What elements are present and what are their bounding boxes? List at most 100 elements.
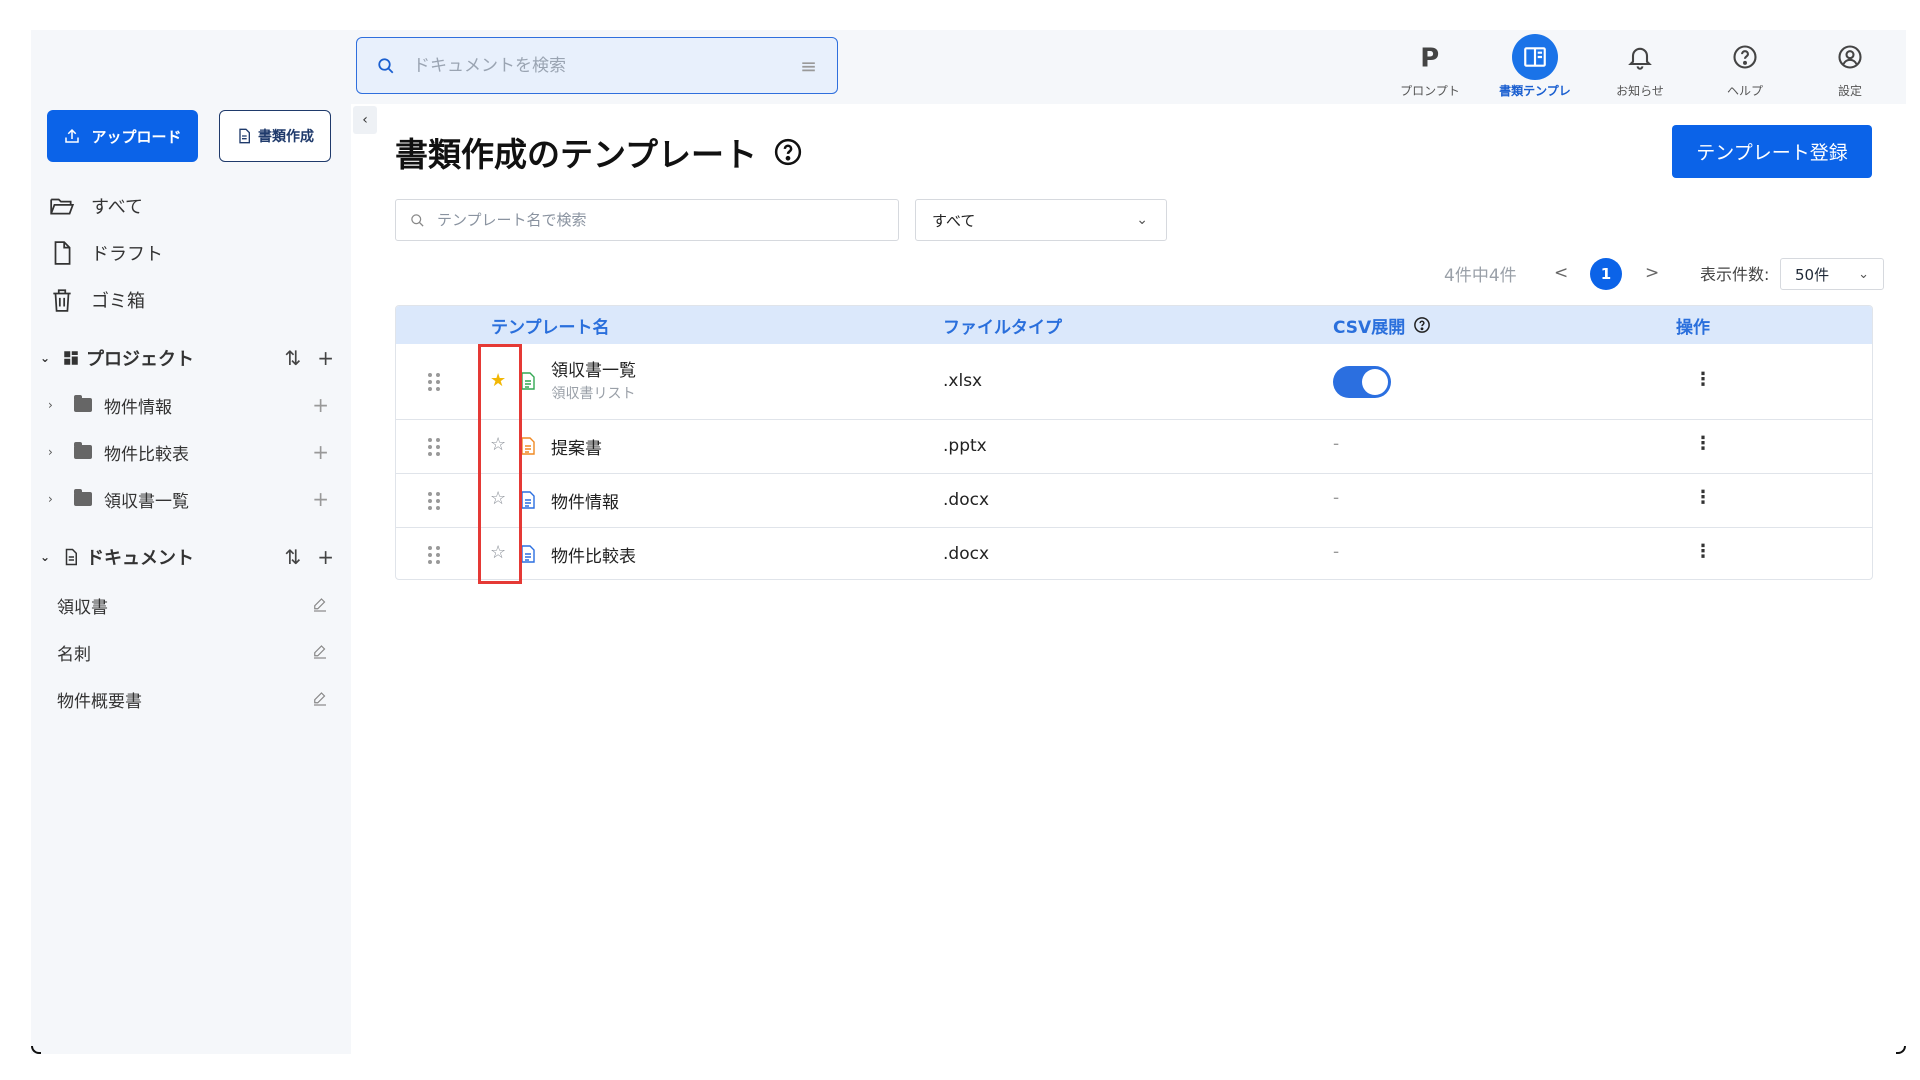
topnav-notifications[interactable]: お知らせ xyxy=(1595,34,1685,100)
more-options-icon[interactable]: ⋮ xyxy=(1694,369,1712,390)
filter-select[interactable]: すべて ⌄ xyxy=(915,199,1167,241)
document-item[interactable]: 領収書 xyxy=(57,590,333,620)
template-icon xyxy=(1524,47,1546,67)
project-item[interactable]: › 領収書一覧 + xyxy=(48,484,333,514)
template-search-input[interactable] xyxy=(437,211,884,229)
upload-label: アップロード xyxy=(91,127,182,146)
add-project-icon[interactable]: + xyxy=(317,346,334,370)
chevron-down-icon: ⌄ xyxy=(1858,266,1869,282)
add-document-icon[interactable]: + xyxy=(317,545,334,569)
add-icon[interactable]: + xyxy=(312,440,329,464)
column-header-csv[interactable]: CSV展開 xyxy=(1333,306,1431,344)
documents-section-header[interactable]: ⌄ ドキュメント ⇅ + xyxy=(40,542,340,572)
nav-all[interactable]: すべて xyxy=(49,191,143,221)
csv-value: - xyxy=(1333,488,1340,508)
documents-title: ドキュメント xyxy=(86,548,194,569)
drag-handle-icon[interactable] xyxy=(426,371,442,393)
template-description: 領収書リスト xyxy=(551,386,636,402)
document-search-input[interactable] xyxy=(413,55,801,76)
filter-select-value: すべて xyxy=(932,211,976,230)
template-search-bar[interactable] xyxy=(395,199,899,241)
template-name[interactable]: 提案書 xyxy=(551,434,602,459)
table-row[interactable]: ☆ 物件比較表 .docx - ⋮ xyxy=(396,528,1872,579)
document-label: 領収書 xyxy=(57,597,108,618)
document-label: 名刺 xyxy=(57,644,91,665)
document-item[interactable]: 名刺 xyxy=(57,637,333,667)
help-circle-icon[interactable] xyxy=(773,137,803,167)
create-document-button[interactable]: 書類作成 xyxy=(219,110,331,162)
sort-icon[interactable]: ⇅ xyxy=(284,545,301,569)
table-row[interactable]: ☆ 提案書 .pptx - ⋮ xyxy=(396,420,1872,474)
help-circle-icon[interactable] xyxy=(1413,316,1431,334)
template-table: テンプレート名 ファイルタイプ CSV展開 操作 ★ 領収書一覧 領収書リスト … xyxy=(395,305,1873,580)
edit-icon[interactable] xyxy=(311,690,329,708)
collapse-sidebar-button[interactable]: ‹ xyxy=(353,106,377,134)
topnav-templates[interactable]: 書類テンプレ xyxy=(1490,34,1580,100)
topnav-settings[interactable]: 設定 xyxy=(1805,34,1895,100)
column-header-ops: 操作 xyxy=(1676,317,1710,338)
column-header-name[interactable]: テンプレート名 xyxy=(491,306,610,344)
bell-icon xyxy=(1628,47,1652,70)
pagination-page-1[interactable]: 1 xyxy=(1590,258,1622,290)
topnav-help[interactable]: ヘルプ xyxy=(1700,34,1790,100)
document-icon xyxy=(65,548,77,566)
drag-handle-icon[interactable] xyxy=(426,544,442,566)
document-label: 物件概要書 xyxy=(57,691,142,712)
nav-draft-label: ドラフト xyxy=(91,244,163,265)
project-item[interactable]: › 物件情報 + xyxy=(48,390,333,420)
project-item[interactable]: › 物件比較表 + xyxy=(48,437,333,467)
file-icon xyxy=(521,372,535,390)
drag-handle-icon[interactable] xyxy=(426,490,442,512)
chevron-right-icon: › xyxy=(48,398,53,412)
edit-icon[interactable] xyxy=(311,643,329,661)
file-icon xyxy=(521,437,535,455)
chevron-down-icon: ⌄ xyxy=(40,550,51,564)
filter-menu-icon[interactable]: ≡ xyxy=(800,54,817,78)
nav-trash[interactable]: ゴミ箱 xyxy=(49,285,145,315)
file-type: .docx xyxy=(943,490,990,510)
more-options-icon[interactable]: ⋮ xyxy=(1694,541,1712,562)
search-icon xyxy=(411,213,424,227)
document-item[interactable]: 物件概要書 xyxy=(57,684,333,714)
csv-toggle[interactable] xyxy=(1333,366,1391,398)
file-type: .pptx xyxy=(943,436,987,456)
table-row[interactable]: ★ 領収書一覧 領収書リスト .xlsx ⋮ xyxy=(396,344,1872,420)
topnav-help-label: ヘルプ xyxy=(1726,84,1763,98)
document-icon xyxy=(239,128,250,144)
topnav-prompt[interactable]: P プロンプト xyxy=(1385,34,1475,100)
template-name[interactable]: 領収書一覧 xyxy=(551,356,636,381)
projects-section-header[interactable]: ⌄ プロジェクト ⇅ + xyxy=(40,343,340,373)
chevron-right-icon: › xyxy=(48,445,53,459)
folder-icon xyxy=(74,395,92,412)
upload-icon xyxy=(65,128,80,143)
column-header-filetype[interactable]: ファイルタイプ xyxy=(943,306,1062,344)
page-title-text: 書類作成のテンプレート xyxy=(395,135,758,174)
register-template-button[interactable]: テンプレート登録 xyxy=(1672,125,1872,178)
file-icon xyxy=(521,545,535,563)
nav-draft[interactable]: ドラフト xyxy=(49,238,163,268)
add-icon[interactable]: + xyxy=(312,487,329,511)
register-template-label: テンプレート登録 xyxy=(1696,142,1848,164)
template-name[interactable]: 物件比較表 xyxy=(551,542,636,567)
more-options-icon[interactable]: ⋮ xyxy=(1694,487,1712,508)
sort-icon[interactable]: ⇅ xyxy=(284,346,301,370)
template-name[interactable]: 物件情報 xyxy=(551,488,619,513)
pagination-count: 4件中4件 xyxy=(1444,265,1517,286)
grid-icon xyxy=(64,351,78,365)
edit-icon[interactable] xyxy=(311,596,329,614)
pagination-next-button[interactable]: > xyxy=(1645,257,1659,289)
per-page-select[interactable]: 50件 ⌄ xyxy=(1780,258,1884,290)
drag-handle-icon[interactable] xyxy=(426,436,442,458)
table-header: テンプレート名 ファイルタイプ CSV展開 操作 xyxy=(396,306,1872,344)
table-row[interactable]: ☆ 物件情報 .docx - ⋮ xyxy=(396,474,1872,528)
star-column-highlight xyxy=(478,344,522,584)
prompt-p-icon: P xyxy=(1420,44,1439,71)
document-search-bar[interactable]: ≡ xyxy=(356,37,838,94)
project-label: 領収書一覧 xyxy=(104,491,189,512)
upload-button[interactable]: アップロード xyxy=(47,110,198,162)
more-options-icon[interactable]: ⋮ xyxy=(1694,433,1712,454)
pagination-prev-button[interactable]: < xyxy=(1554,257,1568,289)
add-icon[interactable]: + xyxy=(312,393,329,417)
per-page-label: 表示件数: xyxy=(1700,265,1770,284)
topnav-notifications-label: お知らせ xyxy=(1616,84,1664,98)
